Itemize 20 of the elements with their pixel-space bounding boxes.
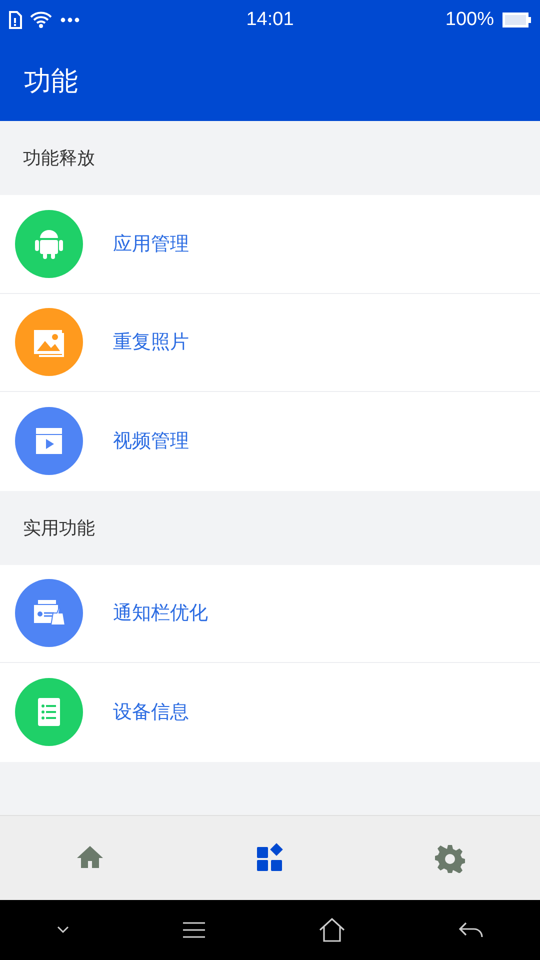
list-item[interactable]: 通知栏优化 xyxy=(0,564,540,663)
clock-time: 14:01 xyxy=(246,9,294,31)
chevron-down-icon[interactable] xyxy=(56,926,68,934)
apps-icon xyxy=(255,843,285,873)
battery-icon xyxy=(502,12,532,28)
list-item[interactable]: 视频管理 xyxy=(0,392,540,490)
more-icon xyxy=(60,17,80,23)
battery-percent: 100% xyxy=(445,9,494,31)
menu-icon[interactable] xyxy=(182,922,206,938)
home-icon[interactable] xyxy=(318,918,344,942)
list-item[interactable]: 设备信息 xyxy=(0,663,540,762)
list-item[interactable]: 应用管理 xyxy=(0,195,540,294)
settings-icon xyxy=(435,843,465,873)
wifi-icon xyxy=(30,11,52,29)
section-title: 功能释放 xyxy=(23,147,95,170)
section-title: 实用功能 xyxy=(23,516,95,540)
sim-icon xyxy=(8,11,22,29)
list-item[interactable]: 重复照片 xyxy=(0,294,540,392)
back-icon[interactable] xyxy=(458,922,484,938)
page-title: 功能 xyxy=(24,64,78,98)
